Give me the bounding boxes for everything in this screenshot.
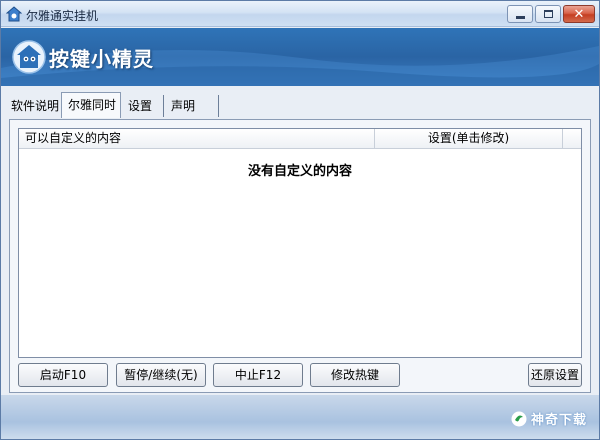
window-title: 尔雅通实挂机 bbox=[26, 9, 99, 23]
watermark-logo-icon bbox=[511, 411, 527, 426]
tab-strip: 软件说明 尔雅同时 设置 声明 bbox=[1, 87, 599, 119]
column-header-setting[interactable]: 设置(单击修改) bbox=[375, 129, 563, 148]
change-hotkey-button[interactable]: 修改热键 bbox=[310, 363, 400, 387]
restore-settings-button[interactable]: 还原设置 bbox=[528, 363, 582, 387]
stop-button[interactable]: 中止F12 bbox=[213, 363, 303, 387]
tab-statement[interactable]: 声明 bbox=[165, 95, 219, 117]
column-header-content[interactable]: 可以自定义的内容 bbox=[19, 129, 375, 148]
tab-panel: 可以自定义的内容 设置(单击修改) 没有自定义的内容 启动F10 暂停/继续(无… bbox=[9, 119, 591, 393]
tab-software-info[interactable]: 软件说明 bbox=[5, 95, 63, 117]
list-header: 可以自定义的内容 设置(单击修改) bbox=[19, 129, 581, 149]
app-icon bbox=[6, 6, 22, 22]
title-bar[interactable]: 尔雅通实挂机 ✕ bbox=[1, 1, 599, 27]
close-icon: ✕ bbox=[573, 6, 585, 22]
empty-list-message: 没有自定义的内容 bbox=[247, 164, 352, 179]
pause-resume-button[interactable]: 暂停/继续(无) bbox=[116, 363, 206, 387]
app-window: 尔雅通实挂机 ✕ 按键小精灵 软件说明 尔雅同时 设置 声明 可以自定义的内容 … bbox=[0, 0, 600, 440]
start-button[interactable]: 启动F10 bbox=[18, 363, 108, 387]
tab-erya-tongshi[interactable]: 尔雅同时 bbox=[61, 92, 121, 118]
minimize-button[interactable] bbox=[507, 5, 533, 23]
maximize-icon bbox=[543, 10, 553, 18]
logo-house-icon bbox=[12, 40, 46, 74]
app-banner: 按键小精灵 bbox=[1, 28, 599, 86]
close-button[interactable]: ✕ bbox=[563, 5, 595, 23]
maximize-button[interactable] bbox=[535, 5, 561, 23]
tab-settings[interactable]: 设置 bbox=[122, 95, 164, 117]
minimize-icon bbox=[515, 15, 525, 19]
bottom-bar: 神奇下载 bbox=[1, 395, 599, 439]
logo-text: 按键小精灵 bbox=[49, 47, 154, 71]
custom-content-list[interactable]: 可以自定义的内容 设置(单击修改) 没有自定义的内容 bbox=[18, 128, 582, 358]
watermark: 神奇下载 bbox=[511, 409, 587, 428]
watermark-text: 神奇下载 bbox=[531, 413, 588, 428]
